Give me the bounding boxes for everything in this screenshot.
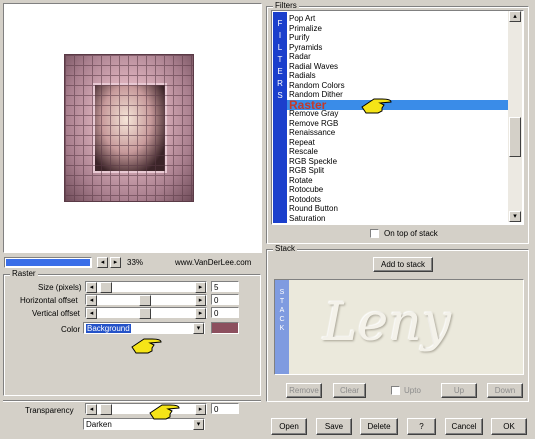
filter-list-item[interactable]: Pyramids [289,43,322,53]
ok-button[interactable]: OK [491,418,527,435]
stack-side-label: S T A C K [275,280,289,374]
stack-side-letter: K [279,325,285,332]
transparency-input[interactable]: 0 [211,403,239,414]
filter-list-item[interactable]: Purify [289,33,309,43]
color-select-value: Background [86,324,131,333]
hoffset-slider-right[interactable]: ▸ [195,295,206,306]
transparency-slider-left[interactable]: ◂ [86,404,97,415]
zoom-bar-fill [6,259,90,266]
filter-list-item[interactable]: Saturation [289,214,325,223]
voffset-slider-left[interactable]: ◂ [86,308,97,319]
zoom-in-button[interactable]: ▸ [110,257,121,268]
filter-list-item[interactable]: Round Button [289,204,338,214]
size-input[interactable]: 5 [211,281,239,292]
filter-list-item[interactable]: RGB Split [289,166,324,176]
stack-list[interactable]: S T A C K Leny [274,279,524,375]
pointing-hand-icon [361,98,392,114]
clear-button[interactable]: Clear [333,383,366,398]
voffset-label: Vertical offset [32,309,80,318]
upto-checkbox[interactable] [391,386,400,395]
raster-grid-overlay [65,55,193,201]
raster-group-title: Raster [10,269,38,279]
save-button[interactable]: Save [316,418,352,435]
filter-list-item[interactable]: Rotate [289,176,313,186]
help-button[interactable]: ? [407,418,436,435]
zoom-bar[interactable] [4,257,92,268]
add-to-stack-button[interactable]: Add to stack [373,257,433,272]
filter-list-item[interactable]: Radar [289,52,311,62]
filters-items: Pop Art Primalize Purify Pyramids Radar Radia… [272,14,508,222]
color-swatch[interactable] [211,322,239,334]
scroll-thumb[interactable] [509,117,521,157]
filter-list-item[interactable]: Renaissance [289,128,335,138]
filter-list-item[interactable]: Radial Waves [289,62,338,72]
size-label: Size (pixels) [38,283,82,292]
transparency-slider[interactable]: ◂ ▸ [85,403,207,415]
pointing-hand-icon [131,338,162,354]
voffset-slider[interactable]: ◂ ▸ [85,307,207,319]
scroll-down-button[interactable]: ▾ [509,211,521,222]
zoom-label: 33% [127,258,144,267]
filter-list-item[interactable]: Remove RGB [289,119,338,129]
filters-list[interactable]: F I L T E R S Pop Art Primalize Purify Pyra… [271,10,524,225]
upto-label: Upto [404,386,421,395]
size-slider-thumb[interactable] [100,282,112,293]
on-top-checkbox[interactable] [370,229,379,238]
filter-list-item[interactable]: Rotodots [289,195,321,205]
filter-list-item[interactable]: Rescale [289,147,318,157]
filter-list-item[interactable]: Primalize [289,24,322,34]
voffset-slider-right[interactable]: ▸ [195,308,206,319]
stack-side-letter: T [279,298,285,305]
filter-list-item[interactable]: Repeat [289,138,315,148]
filter-list-item[interactable]: Raster [287,99,508,111]
size-slider-left[interactable]: ◂ [86,282,97,293]
down-button[interactable]: Down [487,383,523,398]
open-button[interactable]: Open [271,418,307,435]
stack-side-letter: S [279,289,285,296]
stack-side-letter: C [279,316,285,323]
hoffset-slider-left[interactable]: ◂ [86,295,97,306]
color-label: Color [61,325,81,334]
voffset-slider-thumb[interactable] [139,308,151,319]
filter-list-item[interactable]: Remove Gray [289,109,338,119]
filter-list-item[interactable]: Random Colors [289,81,345,91]
hoffset-slider[interactable]: ◂ ▸ [85,294,207,306]
transparency-label: Transparency [25,406,74,415]
delete-button[interactable]: Delete [360,418,398,435]
zoom-out-button[interactable]: ◂ [97,257,108,268]
pointing-hand-icon [149,404,180,420]
preview-pane [3,3,262,253]
blend-mode-value: Darken [86,420,112,429]
transparency-slider-right[interactable]: ▸ [195,404,206,415]
voffset-input[interactable]: 0 [211,307,239,318]
cancel-button[interactable]: Cancel [445,418,483,435]
divider [3,400,261,401]
hoffset-label: Horizontal offset [20,296,78,305]
website-label: www.VanDerLee.com [175,258,252,267]
hoffset-input[interactable]: 0 [211,294,239,305]
scroll-up-button[interactable]: ▴ [509,11,521,22]
blend-mode-select[interactable]: Darken ▾ [83,418,205,430]
stack-group-title: Stack [273,244,298,254]
on-top-label: On top of stack [384,229,438,238]
filter-list-item[interactable]: Radials [289,71,316,81]
filter-list-item[interactable]: RGB Speckle [289,157,337,167]
up-button[interactable]: Up [441,383,477,398]
filter-list-item[interactable]: Pop Art [289,14,315,24]
transparency-slider-thumb[interactable] [100,404,112,415]
stack-watermark: Leny [323,293,452,353]
preview-image [64,54,194,202]
chevron-down-icon[interactable]: ▾ [193,323,204,334]
filter-list-item[interactable]: Rotocube [289,185,323,195]
size-slider[interactable]: ◂ ▸ [85,281,207,293]
chevron-down-icon[interactable]: ▾ [193,419,204,430]
hoffset-slider-thumb[interactable] [139,295,151,306]
filters-scrollbar[interactable]: ▴ ▾ [508,11,522,222]
stack-side-letter: A [279,307,285,314]
size-slider-right[interactable]: ▸ [195,282,206,293]
remove-button[interactable]: Remove [286,383,322,398]
